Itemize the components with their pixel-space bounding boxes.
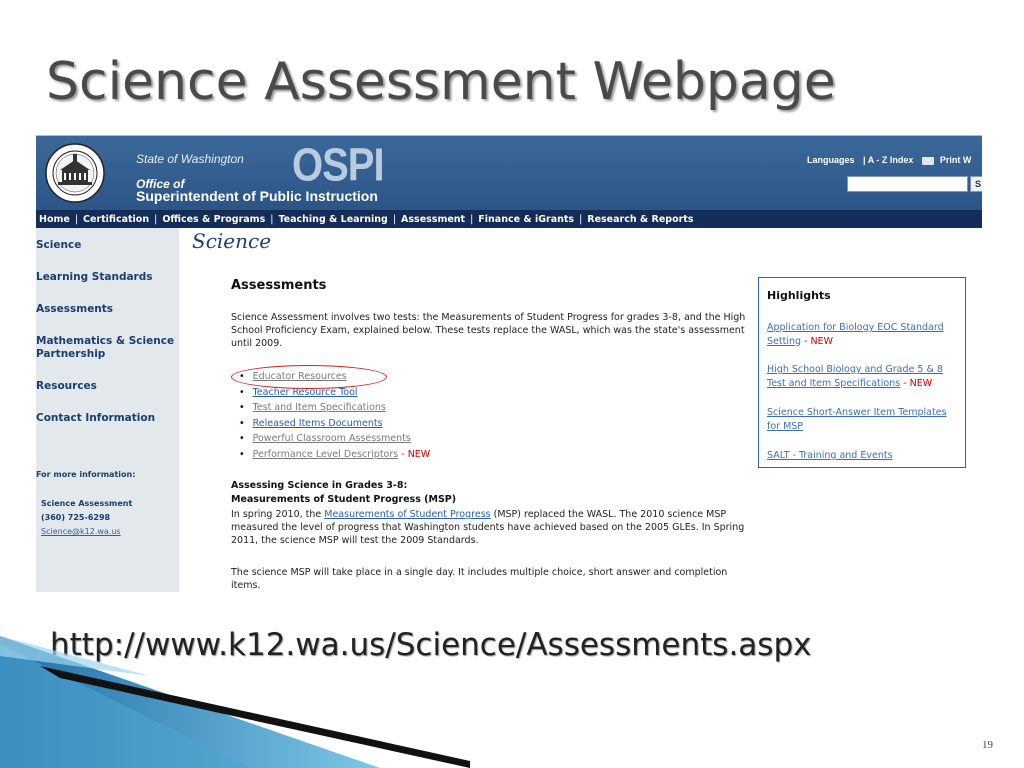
list-item: Released Items Documents	[239, 416, 430, 432]
new-badge: - NEW	[398, 448, 431, 460]
print-link[interactable]: Print W	[921, 155, 978, 165]
resource-list: Educator Resources Teacher Resource Tool…	[239, 369, 431, 463]
list-item: Powerful Classroom Assessments	[239, 431, 430, 447]
list-item: Educator Resources	[239, 369, 430, 385]
teacher-resource-tool-link[interactable]: Teacher Resource Tool	[253, 387, 358, 398]
contact-email-link[interactable]: Science@k12.wa.us	[41, 527, 121, 536]
state-seal-icon	[45, 143, 105, 203]
languages-link[interactable]: Languages	[807, 155, 855, 165]
intro-paragraph: Science Assessment involves two tests: t…	[231, 312, 746, 349]
corner-decoration	[0, 636, 470, 768]
list-item: Teacher Resource Tool	[239, 385, 430, 401]
msp-paragraph-2: The science MSP will take place in a sin…	[231, 567, 728, 591]
list-item: Test and Item Specifications	[239, 400, 430, 416]
page-heading: Assessments	[231, 278, 327, 293]
sidebar-item-math-science-partnership[interactable]: Mathematics & Science Partnership	[36, 335, 176, 361]
left-sidebar: Science Learning Standards Assessments M…	[36, 228, 179, 592]
highlights-box: Highlights Application for Biology EOC S…	[758, 277, 966, 468]
nav-separator: |	[154, 213, 158, 225]
highlight-item: Application for Biology EOC Standard Set…	[767, 322, 944, 347]
sidebar-item-learning-standards[interactable]: Learning Standards	[36, 271, 176, 284]
printer-icon	[921, 156, 934, 165]
released-items-link[interactable]: Released Items Documents	[253, 418, 383, 429]
slide-page-number: 19	[982, 739, 993, 751]
sidebar-item-contact-information[interactable]: Contact Information	[36, 412, 176, 425]
slide-title: Science Assessment Webpage	[46, 52, 836, 112]
nav-separator: |	[74, 213, 79, 225]
state-of-washington: State of Washington	[136, 152, 244, 166]
test-item-specs-link[interactable]: Test and Item Specifications	[253, 402, 386, 413]
contact-phone: (360) 725-6298	[41, 513, 111, 522]
nav-home[interactable]: Home	[39, 214, 70, 225]
highlight-item: Science Short-Answer Item Templates for …	[767, 406, 959, 433]
utility-links: Languages | A - Z Index Print W	[807, 155, 982, 165]
sidebar-item-science[interactable]: Science	[36, 239, 176, 252]
msp-paragraph: In spring 2010, the Measurements of Stud…	[231, 509, 745, 546]
site-search-button[interactable]: S	[970, 176, 982, 192]
powerful-classroom-link[interactable]: Powerful Classroom Assessments	[253, 433, 411, 444]
sidebar-item-assessments[interactable]: Assessments	[36, 303, 176, 316]
educator-resources-link[interactable]: Educator Resources	[253, 371, 347, 382]
sidebar-item-resources[interactable]: Resources	[36, 380, 176, 393]
salt-training-link[interactable]: SALT - Training and Events	[767, 450, 893, 461]
contact-name: Science Assessment	[41, 499, 133, 508]
msp-subheading-1: Assessing Science in Grades 3-8:	[231, 480, 408, 491]
highlight-item: High School Biology and Grade 5 & 8 Test…	[767, 364, 943, 389]
highlight-item: SALT - Training and Events	[767, 449, 959, 463]
list-item: Performance Level Descriptors - NEW	[239, 447, 431, 463]
site-search-input[interactable]	[847, 176, 968, 192]
performance-level-link[interactable]: Performance Level Descriptors	[253, 449, 399, 460]
biology-eoc-link[interactable]: Application for Biology EOC Standard Set…	[767, 322, 944, 347]
main-content: Assessments Science Assessment involves …	[231, 136, 751, 592]
more-info-label: For more information:	[36, 470, 136, 479]
short-answer-templates-link[interactable]: Science Short-Answer Item Templates for …	[767, 407, 947, 432]
highlights-title: Highlights	[767, 289, 831, 302]
webpage-screenshot: State of Washington Office of Superinten…	[36, 135, 982, 592]
az-index-link[interactable]: | A - Z Index	[863, 155, 913, 165]
nav-certification[interactable]: Certification	[83, 214, 149, 225]
msp-link[interactable]: Measurements of Student Progress	[324, 509, 490, 520]
msp-subheading-2: Measurements of Student Progress (MSP)	[231, 494, 457, 505]
